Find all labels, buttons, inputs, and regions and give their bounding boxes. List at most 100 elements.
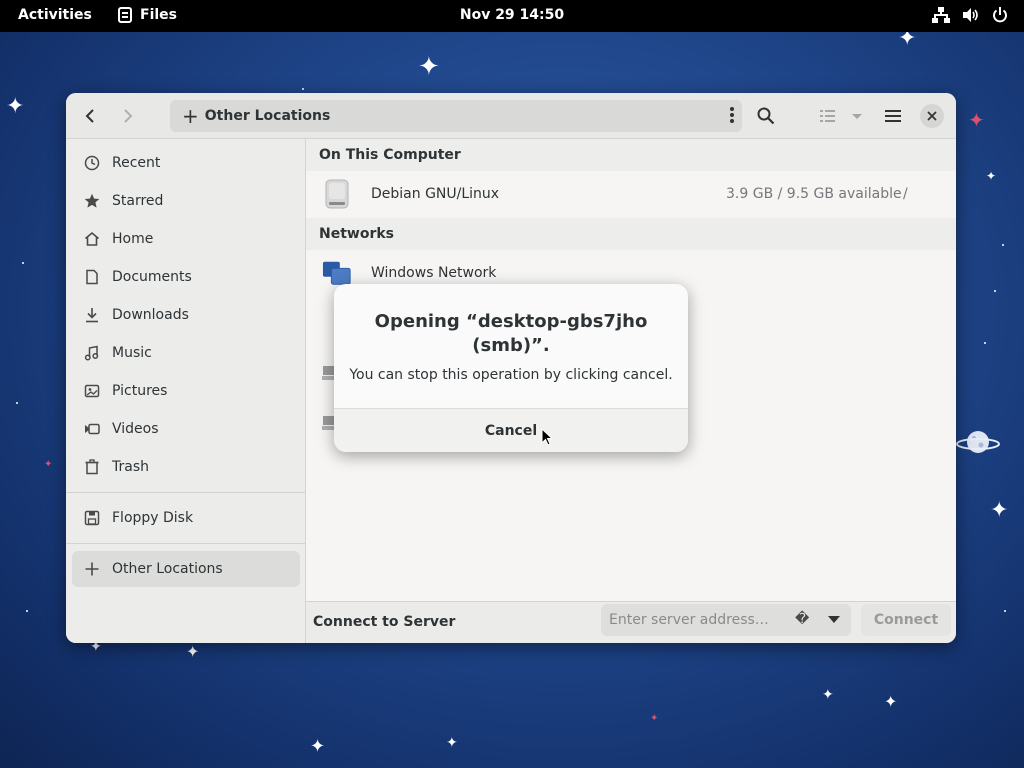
document-icon (86, 269, 98, 285)
back-button[interactable] (74, 101, 106, 131)
hamburger-menu-icon (885, 110, 901, 122)
connect-to-server-label: Connect to Server (313, 614, 456, 630)
section-header-networks: Networks (306, 218, 956, 250)
kebab-menu-icon (730, 107, 734, 123)
chevron-right-icon (124, 109, 133, 123)
sidebar-item-label: Recent (112, 155, 161, 171)
star-decoration (1004, 610, 1006, 612)
main-menu-button[interactable] (877, 101, 909, 131)
network-icon[interactable] (932, 7, 950, 23)
star-icon (84, 193, 100, 208)
location-capacity: 3.9 GB / 9.5 GB available (726, 186, 902, 202)
star-decoration: ✦ (186, 642, 200, 661)
view-options-button[interactable] (814, 101, 870, 131)
star-decoration: ✦ (310, 736, 326, 757)
chevron-left-icon (85, 109, 94, 123)
star-decoration: ✦ (650, 713, 659, 724)
sidebar-item-label: Other Locations (112, 561, 223, 577)
sidebar-divider (66, 492, 305, 493)
sidebar-item-label: Videos (112, 421, 159, 437)
star-decoration: ✦ (990, 498, 1009, 523)
sidebar-item-downloads[interactable]: Downloads (72, 297, 300, 333)
system-tray[interactable] (932, 7, 1008, 23)
music-icon (84, 345, 99, 361)
star-decoration (16, 402, 18, 404)
star-decoration: ✦ (6, 94, 25, 119)
sidebar-item-music[interactable]: Music (72, 335, 300, 371)
sidebar-item-label: Downloads (112, 307, 189, 323)
planet-decoration (956, 431, 1000, 453)
path-label: Other Locations (204, 108, 331, 124)
star-decoration (302, 88, 304, 90)
star-decoration: ✦ (418, 52, 440, 82)
sidebar-item-documents[interactable]: Documents (72, 259, 300, 295)
picture-icon (84, 384, 100, 398)
sidebar-divider (66, 543, 305, 544)
sidebar-item-trash[interactable]: Trash (72, 449, 300, 485)
dialog-title: Opening “desktop-gbs7jho (smb)”. (374, 311, 648, 356)
sidebar-item-home[interactable]: Home (72, 221, 300, 257)
location-name: Windows Network (371, 265, 497, 281)
server-address-input[interactable] (601, 604, 851, 636)
opening-dialog: Opening “desktop-gbs7jho (smb)”. You can… (334, 284, 688, 452)
star-decoration (22, 262, 24, 264)
forward-button[interactable] (112, 101, 144, 131)
sidebar-item-label: Starred (112, 193, 164, 209)
path-bar[interactable]: + Other Locations (170, 100, 742, 132)
sidebar-item-label: Home (112, 231, 154, 247)
sidebar-item-floppy-disk[interactable]: Floppy Disk (72, 500, 300, 536)
location-name: Debian GNU/Linux (371, 186, 500, 202)
sidebar-item-recent[interactable]: Recent (72, 145, 300, 181)
network-folder-icon (322, 261, 351, 285)
drive-icon (325, 179, 349, 209)
sidebar-item-other-locations[interactable]: Other Locations (72, 551, 300, 587)
clock-icon (84, 155, 100, 171)
star-decoration: ✦ (44, 459, 53, 470)
connect-button[interactable]: Connect (861, 604, 951, 636)
star-decoration: ✦ (884, 692, 898, 711)
sidebar: Recent Starred Home Documents Downloads … (66, 139, 306, 643)
sidebar-item-label: Trash (112, 459, 149, 475)
sidebar-item-starred[interactable]: Starred (72, 183, 300, 219)
plus-icon: + (182, 104, 199, 128)
header-bar: + Other Locations (66, 93, 956, 139)
path-menu-button[interactable] (730, 106, 734, 128)
sidebar-item-label: Pictures (112, 383, 168, 399)
plus-icon (85, 562, 99, 576)
connect-to-server-bar: Connect to Server � Connect (306, 601, 956, 643)
video-icon (85, 423, 100, 435)
star-decoration (984, 342, 986, 344)
star-decoration: ✦ (986, 169, 997, 183)
location-mount-point: / (903, 186, 908, 202)
search-button[interactable] (750, 101, 782, 131)
power-icon[interactable] (992, 7, 1008, 23)
location-row-debian[interactable]: Debian GNU/Linux 3.9 GB / 9.5 GB availab… (306, 171, 956, 217)
star-decoration (26, 610, 28, 612)
dialog-message: You can stop this operation by clicking … (349, 367, 673, 383)
home-icon (84, 231, 100, 246)
help-icon[interactable]: � (795, 611, 809, 627)
sidebar-item-pictures[interactable]: Pictures (72, 373, 300, 409)
cancel-button[interactable]: Cancel (334, 409, 688, 452)
sidebar-item-label: Music (112, 345, 152, 361)
sidebar-item-videos[interactable]: Videos (72, 411, 300, 447)
star-decoration: ✦ (822, 687, 834, 703)
list-view-icon (820, 110, 862, 122)
sidebar-item-label: Floppy Disk (112, 510, 194, 526)
mouse-cursor-icon (541, 428, 553, 446)
sidebar-item-label: Documents (112, 269, 192, 285)
close-button[interactable] (920, 104, 944, 128)
chevron-down-icon[interactable] (828, 616, 840, 624)
top-bar: Activities Files Nov 29 14:50 (0, 0, 1024, 32)
download-icon (86, 308, 98, 323)
star-decoration (1002, 244, 1004, 246)
star-decoration: ✦ (446, 735, 458, 751)
star-decoration (994, 290, 996, 292)
search-icon (757, 107, 775, 125)
trash-icon (85, 459, 99, 475)
clock[interactable]: Nov 29 14:50 (0, 7, 1024, 23)
floppy-icon (84, 510, 100, 526)
volume-icon[interactable] (962, 7, 980, 23)
close-icon (927, 111, 937, 121)
star-decoration: ✦ (968, 108, 985, 132)
